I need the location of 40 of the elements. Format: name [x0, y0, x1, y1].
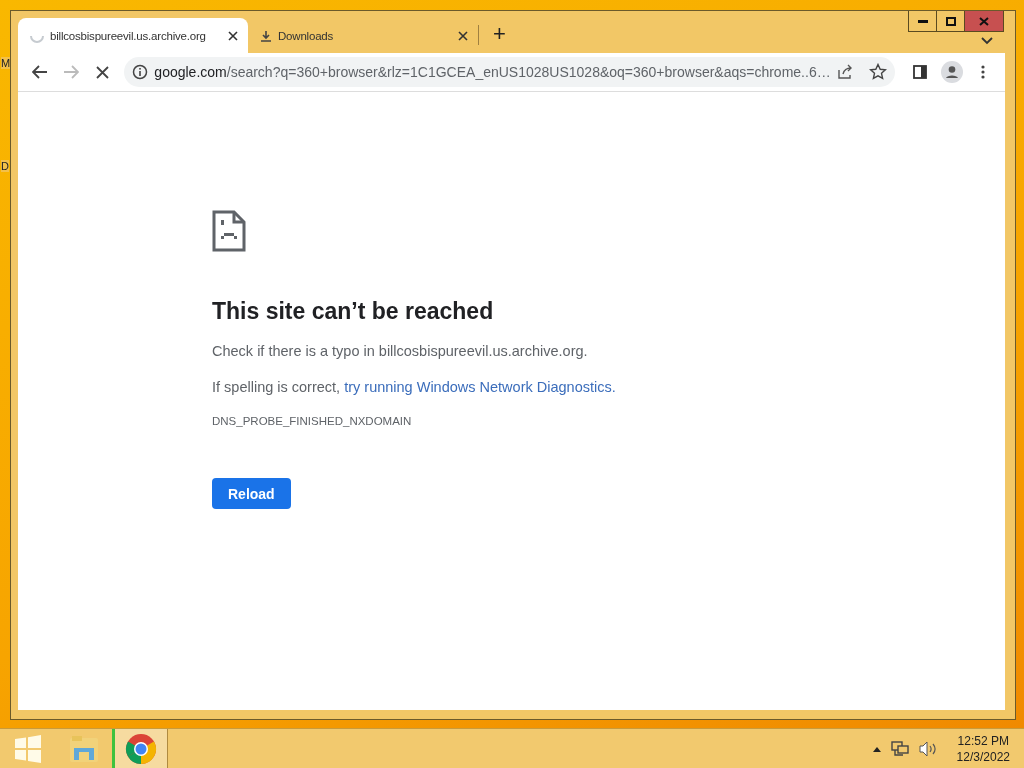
address-bar[interactable]: google.com/search?q=360+browser&rlz=1C1GCEA_enUS1028US1028&oq=360+browser&aqs=chrome..6… — [124, 57, 895, 87]
stop-icon[interactable] — [96, 65, 110, 79]
star-icon[interactable] — [868, 63, 887, 81]
chrome-icon[interactable] — [125, 733, 157, 765]
desktop-icon-label[interactable]: M — [1, 57, 11, 69]
share-icon[interactable] — [836, 64, 853, 80]
error-code: DNS_PROBE_FINISHED_NXDOMAIN — [212, 415, 413, 427]
error-message: Check if there is a typo in billcosbispureevil.us.archive.org. — [212, 343, 589, 359]
suggestion-text: If spelling is correct, try running Windows Network Diagnostics. — [212, 379, 617, 395]
new-tab-button[interactable]: + — [485, 21, 514, 53]
download-icon — [260, 29, 272, 42]
close-button[interactable] — [965, 11, 1003, 31]
profile-avatar-icon[interactable] — [940, 61, 963, 83]
loading-spinner-icon — [30, 34, 44, 43]
browser-tab[interactable]: Downloads — [248, 18, 478, 53]
maximize-icon — [945, 16, 956, 26]
browser-tab[interactable]: billcosbispureevil.us.archive.org — [18, 18, 248, 53]
sad-page-icon — [212, 210, 246, 252]
caret-up-icon[interactable] — [872, 746, 881, 752]
back-arrow-icon[interactable] — [31, 65, 48, 79]
desktop-icon-label[interactable]: D — [1, 160, 9, 172]
tab-title: Downloads — [278, 29, 335, 42]
diagnostics-link[interactable]: try running Windows Network Diagnostics. — [344, 379, 616, 395]
tab-title: billcosbispureevil.us.archive.org — [50, 29, 207, 42]
chevron-down-icon[interactable] — [981, 37, 993, 45]
close-icon — [979, 16, 989, 26]
close-icon[interactable] — [458, 30, 468, 41]
reload-button[interactable]: Reload — [212, 478, 291, 509]
side-panel-icon[interactable] — [913, 65, 928, 79]
menu-icon[interactable] — [981, 65, 986, 79]
speaker-icon[interactable] — [918, 741, 937, 757]
info-icon[interactable] — [132, 64, 149, 80]
taskbar-app-button[interactable] — [112, 729, 168, 768]
clock-time[interactable]: 12:52 PM — [957, 734, 1009, 748]
url-text: google.com/search?q=360+browser&rlz=1C1GCEA_enUS1028US1028&oq=360+browser&aqs=chrome..6… — [154, 64, 831, 80]
error-heading: This site can’t be reached — [212, 298, 495, 325]
clock-date[interactable]: 12/3/2022 — [956, 750, 1010, 764]
minimize-icon — [917, 19, 928, 23]
network-icon[interactable] — [890, 741, 909, 757]
close-icon[interactable] — [228, 30, 238, 41]
